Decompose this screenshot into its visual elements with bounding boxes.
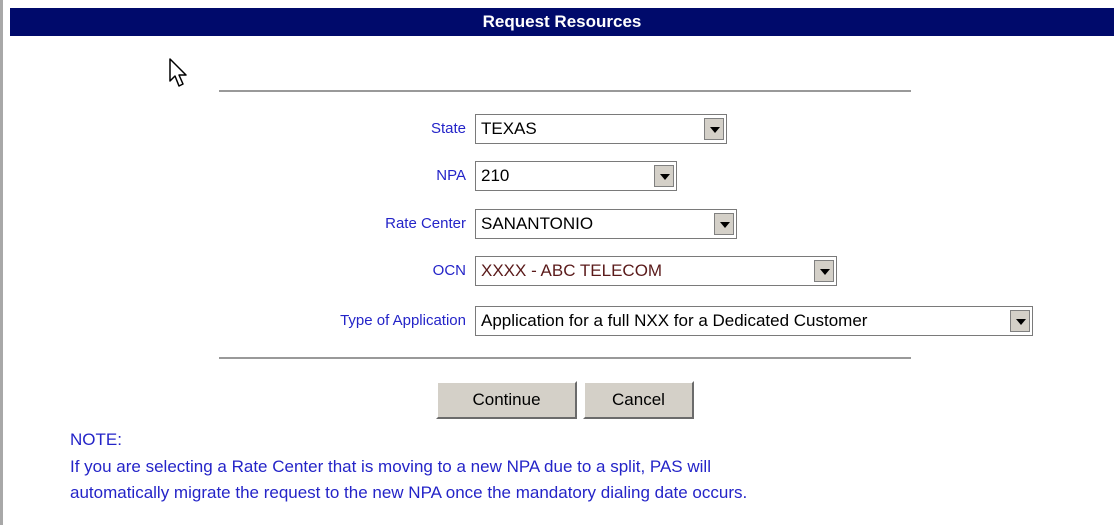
cancel-button[interactable]: Cancel — [583, 381, 694, 419]
state-value: TEXAS — [481, 119, 537, 138]
chevron-down-icon[interactable] — [704, 118, 724, 140]
chevron-down-icon[interactable] — [654, 165, 674, 187]
top-divider — [219, 90, 911, 92]
application-type-label: Type of Application — [340, 312, 466, 329]
note-line-2: automatically migrate the request to the… — [70, 483, 748, 502]
chevron-down-icon[interactable] — [714, 213, 734, 235]
state-select[interactable]: TEXAS — [475, 114, 727, 144]
rate-center-value: SANANTONIO — [481, 214, 594, 233]
ocn-select[interactable]: XXXX - ABC TELECOM — [475, 256, 837, 286]
rate-center-label: Rate Center — [385, 215, 466, 232]
ocn-label: OCN — [432, 262, 466, 279]
chevron-down-icon[interactable] — [814, 260, 834, 282]
continue-button[interactable]: Continue — [436, 381, 577, 419]
window-left-border — [0, 0, 3, 525]
npa-value: 210 — [481, 166, 510, 185]
application-type-value: Application for a full NXX for a Dedicat… — [481, 311, 868, 330]
note-heading: NOTE: — [70, 430, 122, 449]
chevron-down-icon[interactable] — [1010, 310, 1030, 332]
ocn-value: XXXX - ABC TELECOM — [481, 261, 663, 280]
page-title: Request Resources — [10, 8, 1114, 36]
mouse-pointer-icon — [169, 58, 187, 87]
application-type-select[interactable]: Application for a full NXX for a Dedicat… — [475, 306, 1033, 336]
npa-select[interactable]: 210 — [475, 161, 677, 191]
npa-label: NPA — [436, 167, 466, 184]
note-line-1: If you are selecting a Rate Center that … — [70, 457, 711, 476]
bottom-divider — [219, 357, 911, 359]
rate-center-select[interactable]: SANANTONIO — [475, 209, 737, 239]
state-label: State — [430, 120, 466, 137]
